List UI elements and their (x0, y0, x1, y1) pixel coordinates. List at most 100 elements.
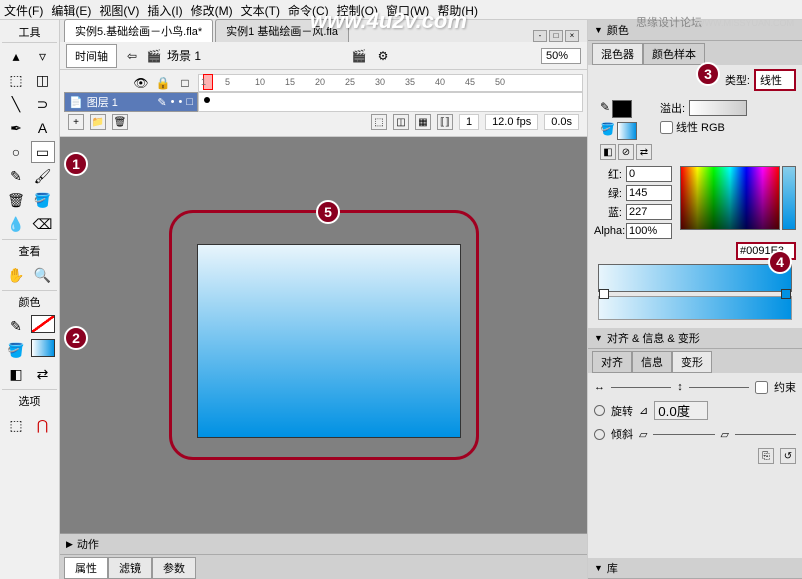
gradient-transform-tool[interactable]: ◫ (31, 69, 55, 91)
menu-modify[interactable]: 修改(M) (191, 2, 233, 17)
tick: 50 (495, 77, 505, 87)
skew-radio[interactable] (594, 429, 605, 440)
overflow-select[interactable] (689, 100, 747, 116)
properties-tab[interactable]: 属性 (64, 557, 108, 579)
parameters-tab[interactable]: 参数 (152, 557, 196, 579)
keyframe[interactable] (204, 97, 210, 103)
doc-minimize[interactable]: - (533, 30, 547, 42)
info-tab[interactable]: 信息 (632, 351, 672, 373)
filters-tab[interactable]: 滤镜 (108, 557, 152, 579)
menu-text[interactable]: 文本(T) (241, 2, 280, 17)
actions-panel-header[interactable]: 动作 (60, 534, 587, 555)
layer-dot2[interactable]: • (178, 96, 182, 108)
timeline-panel: 👁 🔒 □ 1 5 10 15 20 25 30 35 40 45 50 (60, 70, 587, 137)
onion-outline-icon[interactable]: ◫ (393, 114, 409, 130)
onion-markers-icon[interactable]: ⟦⟧ (437, 114, 453, 130)
edit-symbols-icon[interactable]: ⚙ (374, 48, 392, 64)
type-select[interactable]: 线性 (754, 69, 796, 91)
delete-layer-button[interactable]: 🗑 (112, 114, 128, 130)
blue-input[interactable] (626, 204, 672, 220)
doc-tab-active[interactable]: 实例5.基础绘画－小鸟.fla* (64, 19, 213, 42)
menu-file[interactable]: 文件(F) (4, 2, 43, 17)
stroke-color-box[interactable] (612, 100, 632, 118)
layer-outline-box[interactable]: □ (186, 96, 193, 108)
scene-name[interactable]: 场景 1 (167, 47, 201, 64)
no-color-button[interactable]: ⊘ (618, 144, 634, 160)
doc-maximize[interactable]: □ (549, 30, 563, 42)
swatches-tab[interactable]: 颜色样本 (643, 43, 705, 65)
alpha-input[interactable] (626, 223, 672, 239)
bw-colors-button[interactable]: ◧ (600, 144, 616, 160)
transform-tab[interactable]: 变形 (672, 351, 712, 373)
edit-multiple-icon[interactable]: ▦ (415, 114, 431, 130)
align-tab[interactable]: 对齐 (592, 351, 632, 373)
drawn-rectangle[interactable] (197, 244, 461, 438)
eye-icon[interactable]: 👁 (132, 75, 150, 91)
mixer-tab[interactable]: 混色器 (592, 43, 643, 65)
linear-rgb-checkbox[interactable] (660, 121, 673, 134)
onion-skin-icon[interactable]: ⬚ (371, 114, 387, 130)
ink-bottle-tool[interactable]: 🗑 (4, 189, 28, 211)
zoom-tool[interactable]: 🔍 (31, 264, 55, 286)
pencil-tool[interactable]: ✎ (4, 165, 28, 187)
swap-colors-button[interactable]: ⇄ (636, 144, 652, 160)
scene-back-icon[interactable]: ⇦ (123, 48, 141, 64)
option-snap[interactable]: ⬚ (4, 414, 28, 436)
brightness-slider[interactable] (782, 166, 796, 230)
lasso-tool[interactable]: ⊃ (31, 93, 55, 115)
edit-scene-icon[interactable]: 🎬 (350, 48, 368, 64)
eraser-tool[interactable]: ⌫ (31, 213, 55, 235)
free-transform-tool[interactable]: ⬚ (4, 69, 28, 91)
blue-label: 蓝: (594, 204, 622, 220)
line-tool[interactable]: ╲ (4, 93, 28, 115)
menu-view[interactable]: 视图(V) (99, 2, 139, 17)
gradient-stop-left[interactable] (599, 289, 609, 299)
constrain-checkbox[interactable] (755, 381, 768, 394)
library-panel-header[interactable]: 库 (588, 558, 802, 579)
brush-tool[interactable]: 🖌 (31, 165, 55, 187)
eyedropper-tool[interactable]: 💧 (4, 213, 28, 235)
fill-color-box[interactable] (617, 122, 637, 140)
gradient-stop-right[interactable] (781, 289, 791, 299)
frames-ruler[interactable]: 1 5 10 15 20 25 30 35 40 45 50 (198, 74, 583, 92)
outline-icon[interactable]: □ (176, 75, 194, 91)
swap-colors[interactable]: ⇄ (31, 363, 55, 385)
new-layer-button[interactable]: + (68, 114, 84, 130)
timeline-toggle-button[interactable]: 时间轴 (66, 44, 117, 68)
copy-transform-button[interactable]: ⎘ (758, 448, 774, 464)
hand-tool[interactable]: ✋ (4, 264, 28, 286)
layer-dot1[interactable]: • (171, 96, 175, 108)
layer-name: 图层 1 (87, 94, 118, 110)
new-folder-button[interactable]: 📁 (90, 114, 106, 130)
reset-transform-button[interactable]: ↺ (780, 448, 796, 464)
linear-rgb-label: 线性 RGB (676, 119, 725, 135)
rectangle-tool[interactable]: ▭ (31, 141, 55, 163)
red-input[interactable] (626, 166, 672, 182)
text-tool[interactable]: A (31, 117, 55, 139)
paint-bucket-tool[interactable]: 🪣 (31, 189, 55, 211)
green-input[interactable] (626, 185, 672, 201)
menu-insert[interactable]: 插入(I) (147, 2, 182, 17)
frames-track[interactable] (198, 92, 583, 112)
badge-2: 2 (64, 326, 88, 350)
rotate-radio[interactable] (594, 405, 605, 416)
subselection-tool[interactable]: ▿ (31, 45, 55, 67)
pen-tool[interactable]: ✒ (4, 117, 28, 139)
lock-icon[interactable]: 🔒 (154, 75, 172, 91)
fill-color-swatch[interactable] (31, 339, 55, 357)
zoom-select[interactable]: 50% (541, 48, 581, 64)
layer-row[interactable]: 📄 图层 1 ✎ • • □ (64, 92, 198, 112)
rotate-input[interactable] (654, 401, 708, 420)
option-magnet[interactable]: ⋂ (31, 414, 55, 436)
transform-panel-header[interactable]: 对齐 & 信息 & 变形 (588, 328, 802, 349)
doc-close[interactable]: × (565, 30, 579, 42)
oval-tool[interactable]: ○ (4, 141, 28, 163)
stroke-color-swatch[interactable] (31, 315, 55, 333)
selection-tool[interactable]: ▴ (4, 45, 28, 67)
default-colors[interactable]: ◧ (4, 363, 28, 385)
color-spectrum[interactable] (680, 166, 780, 230)
stage-area[interactable] (60, 137, 587, 533)
badge-3: 3 (696, 62, 720, 86)
menu-edit[interactable]: 编辑(E) (51, 2, 91, 17)
gradient-preview[interactable] (598, 264, 792, 292)
